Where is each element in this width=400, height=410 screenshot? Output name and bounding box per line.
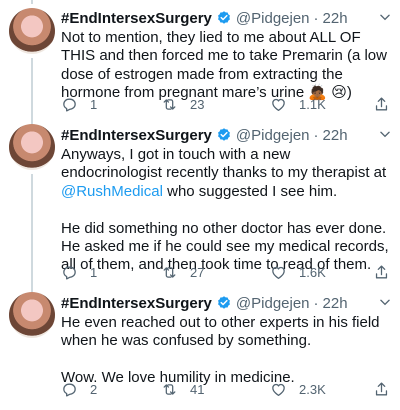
tweet-3[interactable]: #EndIntersexSurgery @Pidgejen · 22h He e… <box>0 292 400 410</box>
thread-line <box>31 0 33 4</box>
separator: · <box>313 126 319 144</box>
mention-link[interactable]: @RushMedical <box>61 183 163 200</box>
avatar[interactable] <box>9 8 55 54</box>
share-icon <box>375 97 388 111</box>
retweet-icon <box>163 267 176 278</box>
author-name[interactable]: #EndIntersexSurgery <box>61 295 212 312</box>
share-button[interactable] <box>373 96 390 113</box>
thread-line <box>31 58 33 124</box>
reply-icon <box>63 383 76 397</box>
like-button[interactable]: 2.3K <box>270 381 326 398</box>
reply-button[interactable]: 1 <box>61 96 97 113</box>
retweet-count: 23 <box>190 97 205 112</box>
retweet-button[interactable]: 27 <box>161 264 204 281</box>
separator: · <box>313 9 319 27</box>
tweet-text-part: Anyways, I got in touch with a new endoc… <box>61 146 387 182</box>
share-icon <box>375 382 388 396</box>
tweet-actions: 1 23 1.1K <box>61 96 391 116</box>
reply-icon <box>63 98 76 112</box>
retweet-button[interactable]: 41 <box>161 381 204 398</box>
retweet-icon <box>163 384 176 395</box>
share-button[interactable] <box>373 264 390 281</box>
author-handle[interactable]: @Pidgejen <box>236 295 310 312</box>
tweet-thread: #EndIntersexSurgery @Pidgejen · 22h Not … <box>0 0 400 410</box>
like-icon <box>272 98 285 111</box>
verified-badge-icon <box>217 296 230 309</box>
tweet-text: Anyways, I got in touch with a new endoc… <box>61 146 391 275</box>
author-handle[interactable]: @Pidgejen <box>236 10 310 27</box>
reply-button[interactable]: 1 <box>61 264 97 281</box>
like-count: 1.1K <box>299 97 326 112</box>
chevron-down-icon[interactable] <box>378 295 392 309</box>
retweet-icon <box>163 99 176 110</box>
reply-count: 1 <box>90 97 98 112</box>
tweet-text: Not to mention, they lied to me about AL… <box>61 29 387 102</box>
like-button[interactable]: 1.1K <box>270 96 326 113</box>
verified-badge-icon <box>217 128 230 141</box>
avatar[interactable] <box>9 124 55 170</box>
separator: · <box>313 294 319 312</box>
tweet-actions: 2 41 2.3K <box>61 381 391 401</box>
reply-count: 1 <box>90 265 98 280</box>
author-name[interactable]: #EndIntersexSurgery <box>61 10 212 27</box>
retweet-count: 41 <box>190 382 205 397</box>
timestamp[interactable]: 22h <box>323 10 348 27</box>
timestamp[interactable]: 22h <box>323 127 348 144</box>
tweet-text: He even reached out to other experts in … <box>61 314 380 387</box>
like-icon <box>272 266 285 279</box>
timestamp[interactable]: 22h <box>323 295 348 312</box>
tweet-header: #EndIntersexSurgery @Pidgejen · 22h <box>61 8 390 28</box>
chevron-down-icon[interactable] <box>378 10 392 24</box>
tweet-header: #EndIntersexSurgery @Pidgejen · 22h <box>61 293 390 313</box>
author-name[interactable]: #EndIntersexSurgery <box>61 127 212 144</box>
reply-icon <box>63 266 76 280</box>
reply-count: 2 <box>90 382 98 397</box>
retweet-count: 27 <box>190 265 205 280</box>
tweet-header: #EndIntersexSurgery @Pidgejen · 22h <box>61 125 390 145</box>
tweet-1[interactable]: #EndIntersexSurgery @Pidgejen · 22h Not … <box>0 0 400 124</box>
avatar[interactable] <box>9 292 55 338</box>
share-button[interactable] <box>373 381 390 398</box>
chevron-down-icon[interactable] <box>378 127 392 141</box>
author-handle[interactable]: @Pidgejen <box>236 127 310 144</box>
tweet-2[interactable]: #EndIntersexSurgery @Pidgejen · 22h Anyw… <box>0 124 400 292</box>
retweet-button[interactable]: 23 <box>161 96 204 113</box>
like-count: 2.3K <box>299 382 326 397</box>
like-count: 1.6K <box>299 265 326 280</box>
verified-badge-icon <box>217 11 230 24</box>
like-icon <box>272 383 285 396</box>
like-button[interactable]: 1.6K <box>270 264 326 281</box>
thread-line <box>31 174 33 292</box>
tweet-actions: 1 27 1.6K <box>61 264 391 284</box>
reply-button[interactable]: 2 <box>61 381 97 398</box>
share-icon <box>375 265 388 279</box>
